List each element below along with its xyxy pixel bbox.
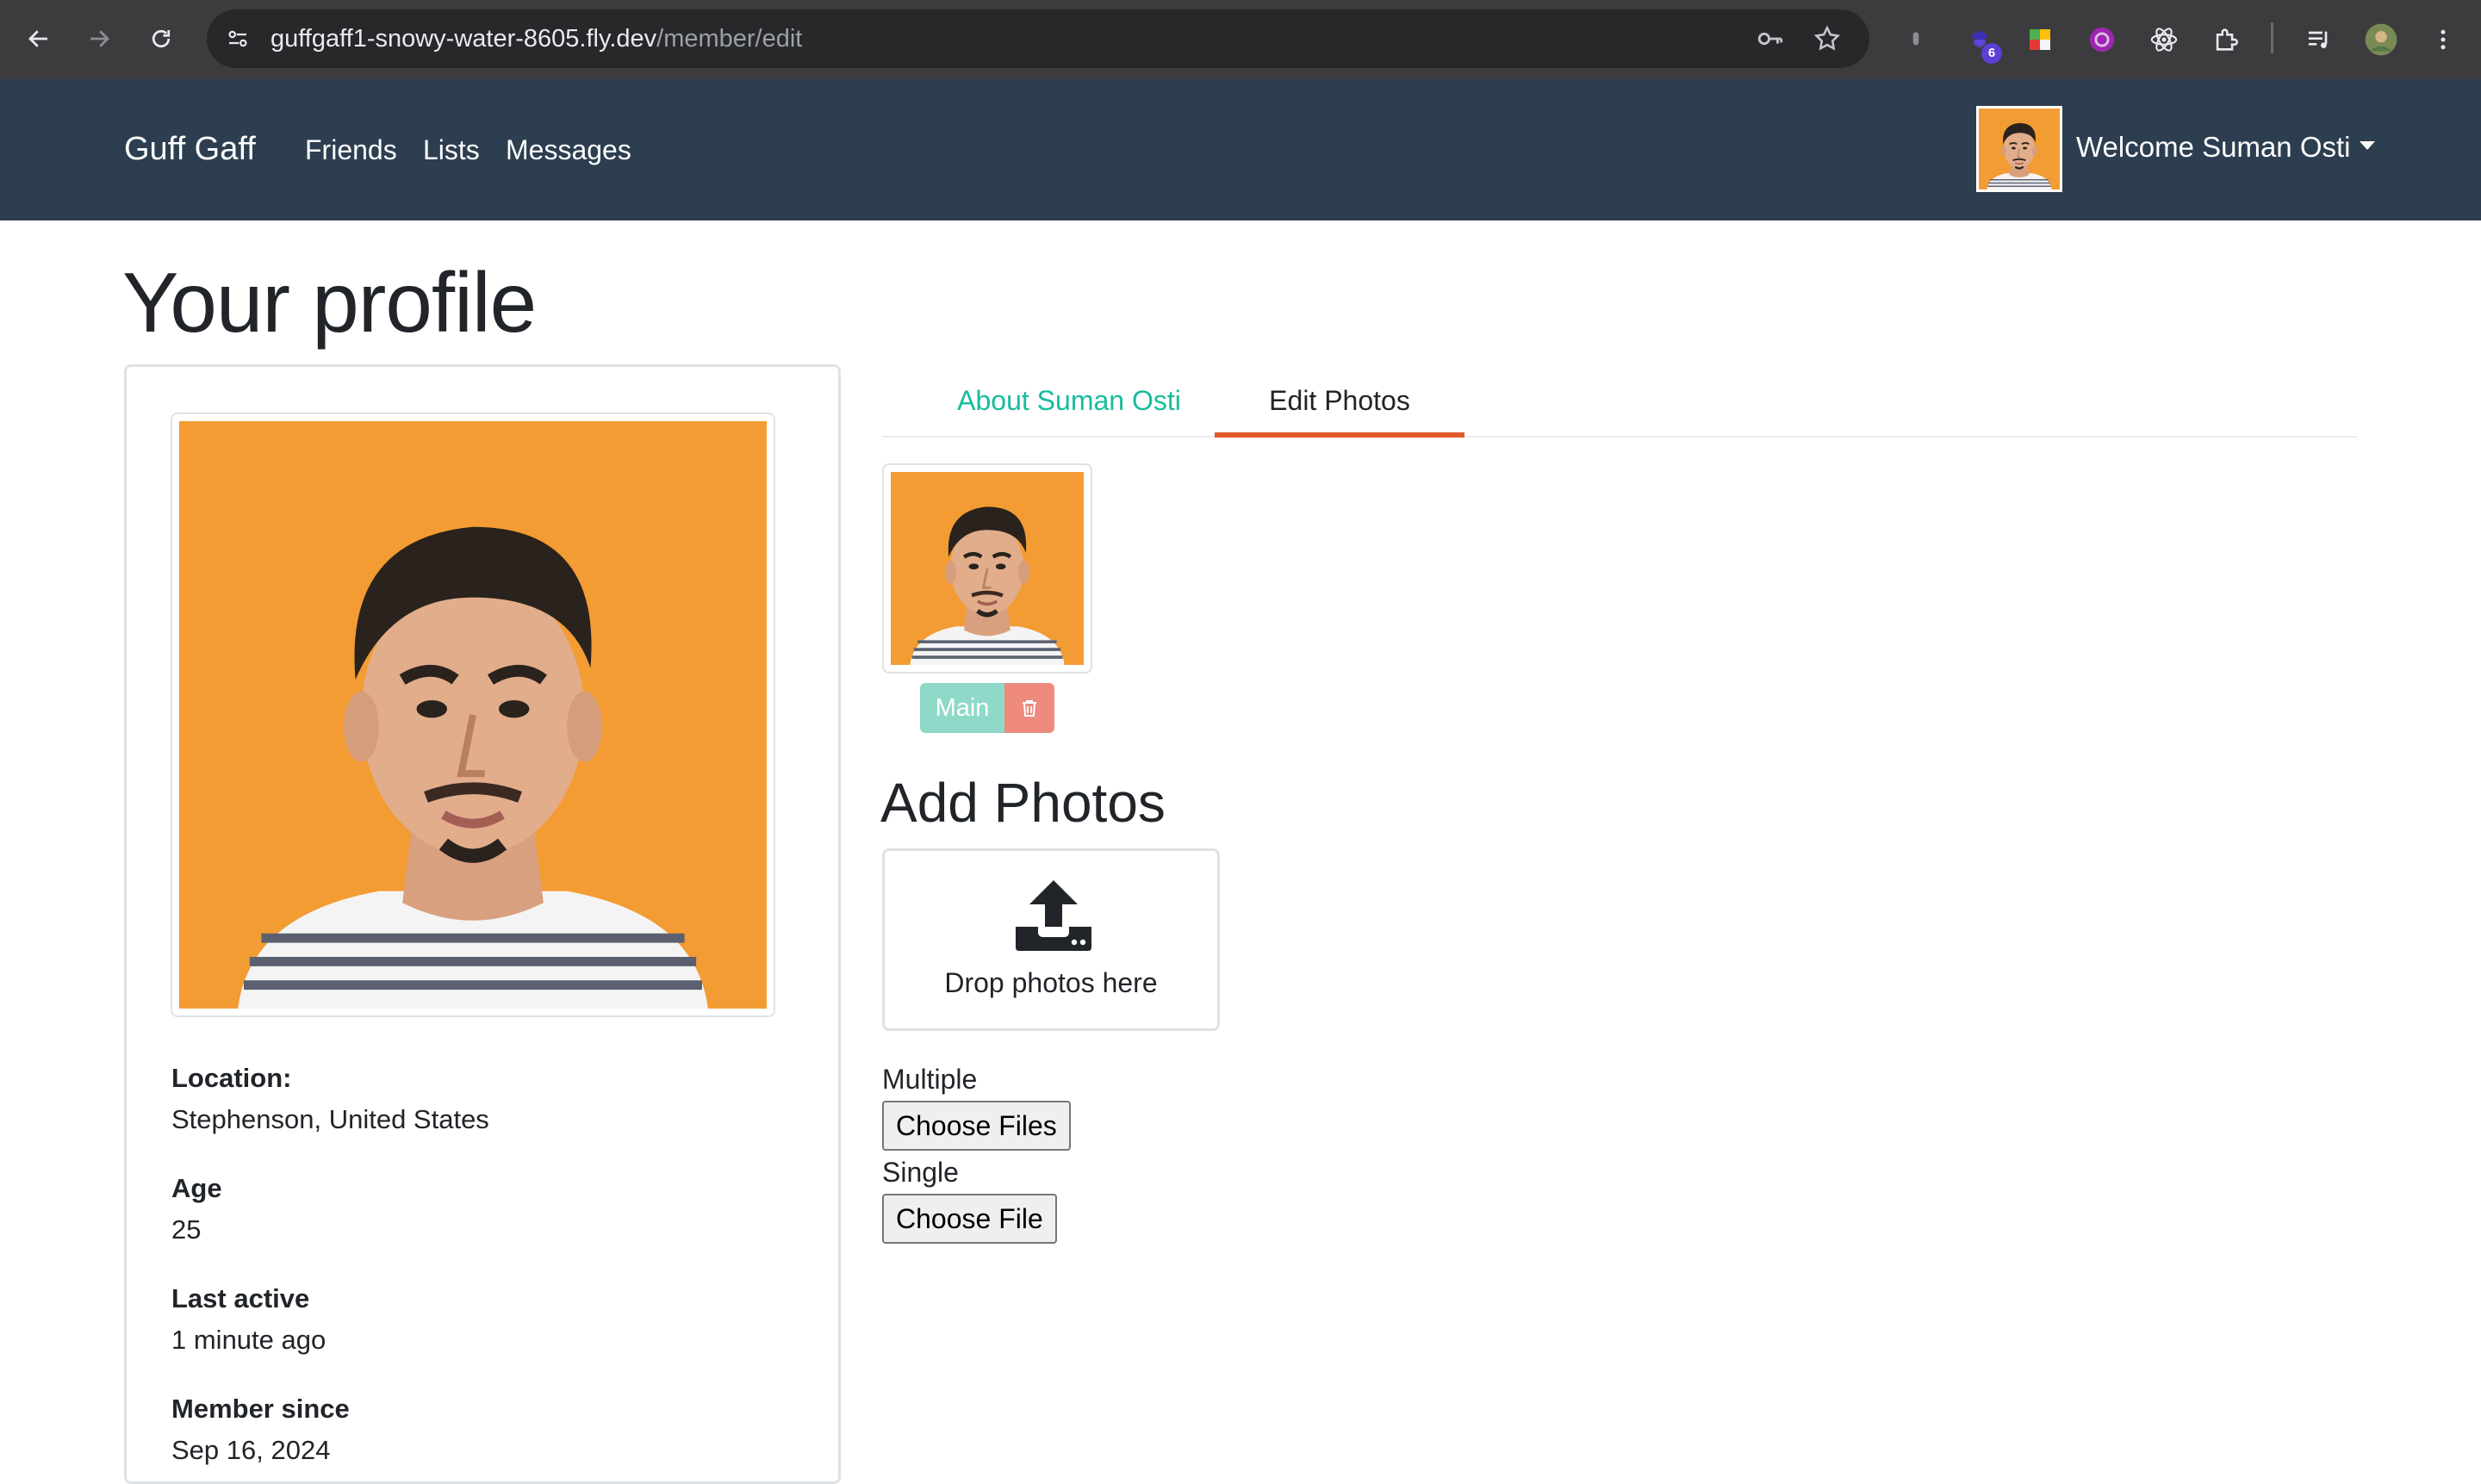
age-value: 25 bbox=[171, 1214, 202, 1245]
single-label: Single bbox=[882, 1157, 959, 1188]
nav-link-lists[interactable]: Lists bbox=[423, 131, 480, 169]
user-avatar[interactable] bbox=[1976, 106, 2062, 192]
page-title: Your profile bbox=[122, 255, 537, 350]
choose-files-button[interactable]: Choose Files bbox=[882, 1101, 1071, 1151]
age-label: Age bbox=[171, 1173, 222, 1203]
extension-badge-icon[interactable]: 6 bbox=[1961, 21, 2002, 64]
nav-link-messages[interactable]: Messages bbox=[506, 131, 631, 169]
tab-about[interactable]: About Suman Osti bbox=[910, 370, 1228, 438]
site-settings-icon[interactable] bbox=[221, 22, 255, 56]
last-active-label: Last active bbox=[171, 1283, 310, 1313]
reload-icon[interactable] bbox=[141, 19, 181, 59]
upload-icon bbox=[1016, 880, 1091, 951]
trash-icon bbox=[1023, 700, 1036, 717]
add-photos-heading: Add Photos bbox=[880, 772, 1166, 834]
set-main-photo-button[interactable]: Main bbox=[920, 683, 1004, 733]
url-path: /member/edit bbox=[656, 25, 803, 53]
extension-mic-icon[interactable] bbox=[1897, 21, 1935, 59]
app-navbar: Guff Gaff Friends Lists Messages Welcome… bbox=[0, 79, 2481, 220]
profile-card: Location: Stephenson, United States Age … bbox=[124, 364, 841, 1484]
last-active-value: 1 minute ago bbox=[171, 1325, 326, 1355]
dropdown-caret-icon bbox=[2359, 141, 2375, 151]
url-host: guffgaff1-snowy-water-8605.fly.dev bbox=[270, 25, 657, 53]
extensions-puzzle-icon[interactable] bbox=[2207, 21, 2245, 59]
welcome-text: Welcome Suman Osti bbox=[2076, 131, 2351, 163]
member-since-label: Member since bbox=[171, 1394, 350, 1424]
forward-icon[interactable] bbox=[79, 19, 119, 59]
profile-avatar-icon[interactable] bbox=[2362, 21, 2400, 59]
member-since-value: Sep 16, 2024 bbox=[171, 1435, 331, 1465]
delete-photo-button[interactable] bbox=[1004, 683, 1054, 733]
user-menu-toggle[interactable]: Welcome Suman Osti bbox=[2076, 127, 2375, 167]
extension-colorful-icon[interactable] bbox=[2021, 21, 2059, 59]
photo-thumbnail bbox=[882, 463, 1092, 674]
key-icon[interactable] bbox=[1756, 24, 1785, 53]
location-value: Stephenson, United States bbox=[171, 1104, 489, 1134]
bookmark-star-icon[interactable] bbox=[1813, 24, 1842, 53]
extension-purple-icon[interactable] bbox=[2083, 21, 2121, 59]
profile-tabs: About Suman Osti Edit Photos bbox=[882, 370, 2357, 438]
dropzone-text: Drop photos here bbox=[944, 967, 1158, 998]
toolbar-divider bbox=[2271, 22, 2273, 53]
address-bar[interactable]: guffgaff1-snowy-water-8605.fly.dev/membe… bbox=[207, 9, 1869, 68]
nav-link-friends[interactable]: Friends bbox=[305, 131, 397, 169]
back-icon[interactable] bbox=[19, 19, 59, 59]
more-menu-icon[interactable] bbox=[2424, 21, 2462, 59]
url-text[interactable]: guffgaff1-snowy-water-8605.fly.dev/membe… bbox=[270, 9, 802, 68]
react-devtools-icon[interactable] bbox=[2145, 21, 2183, 59]
media-queue-icon[interactable] bbox=[2300, 21, 2338, 59]
choose-file-button[interactable]: Choose File bbox=[882, 1194, 1057, 1244]
photo-dropzone[interactable]: Drop photos here bbox=[882, 848, 1220, 1031]
multiple-label: Multiple bbox=[882, 1064, 978, 1095]
brand-link[interactable]: Guff Gaff bbox=[124, 127, 256, 171]
location-label: Location: bbox=[171, 1063, 292, 1093]
tab-edit-photos[interactable]: Edit Photos bbox=[1215, 370, 1464, 438]
profile-photo bbox=[171, 413, 775, 1017]
browser-toolbar: guffgaff1-snowy-water-8605.fly.dev/membe… bbox=[0, 0, 2481, 79]
extension-count-badge: 6 bbox=[1981, 43, 2002, 64]
